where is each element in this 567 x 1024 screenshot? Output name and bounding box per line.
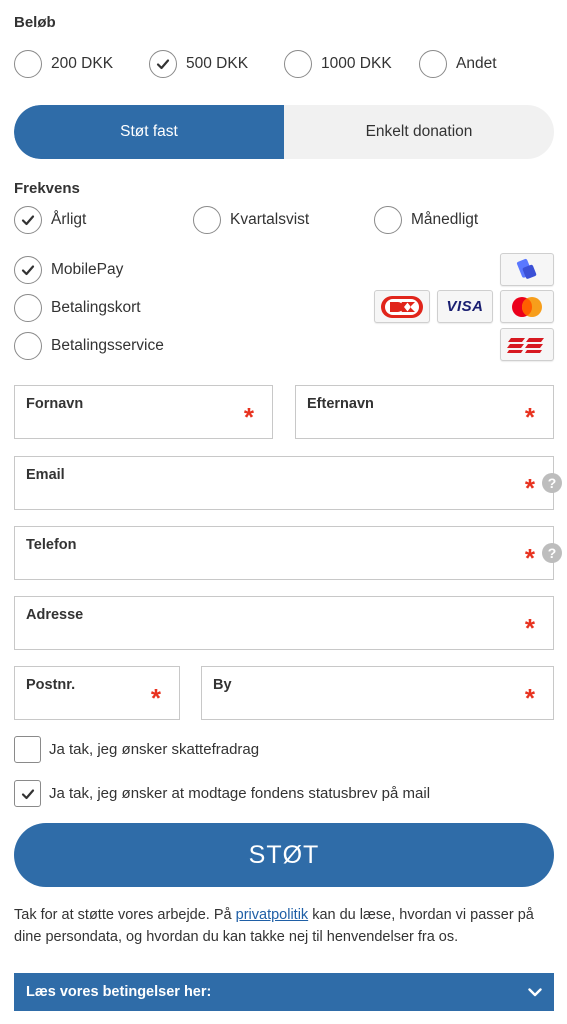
amount-title: Beløb: [14, 14, 56, 31]
radio-circle[interactable]: [284, 50, 312, 78]
checkmark-icon: [156, 59, 170, 70]
recurring-donation-tab[interactable]: Støt fast: [14, 105, 284, 159]
radio-circle[interactable]: [193, 206, 221, 234]
email-help-icon[interactable]: ?: [542, 473, 562, 493]
required-asterisk: *: [524, 683, 535, 713]
payment-option-label: Betalingsservice: [51, 337, 164, 354]
last-name-field: Efternavn *: [295, 385, 554, 439]
first-name-field: Fornavn *: [14, 385, 273, 439]
amount-option-other[interactable]: Andet: [419, 50, 497, 78]
required-asterisk: *: [524, 543, 535, 573]
email-field: Email *: [14, 456, 554, 510]
privacy-notice: Tak for at støtte vores arbejde. På priv…: [14, 904, 554, 948]
terms-label: Læs vores betingelser her:: [26, 984, 212, 1000]
frequency-title: Frekvens: [14, 180, 80, 197]
phone-input[interactable]: [15, 527, 553, 579]
betalingsservice-logo-icon: [500, 328, 554, 361]
phone-field: Telefon *: [14, 526, 554, 580]
support-submit-button[interactable]: STØT: [14, 823, 554, 887]
tax-deduction-consent[interactable]: Ja tak, jeg ønsker skattefradrag: [14, 736, 259, 763]
amount-option-1000[interactable]: 1000 DKK: [284, 50, 392, 78]
radio-circle[interactable]: [14, 50, 42, 78]
amount-option-200[interactable]: 200 DKK: [14, 50, 113, 78]
privacy-text-before: Tak for at støtte vores arbejde. På: [14, 907, 236, 923]
first-name-input[interactable]: [15, 386, 272, 438]
amount-option-500[interactable]: 500 DKK: [149, 50, 248, 78]
radio-circle-checked[interactable]: [149, 50, 177, 78]
amount-option-label: 500 DKK: [186, 55, 249, 72]
frequency-option-label: Kvartalsvist: [230, 211, 310, 228]
dankort-icon: [381, 295, 423, 318]
frequency-option-quarterly[interactable]: Kvartalsvist: [193, 206, 309, 234]
betalingsservice-icon: [507, 337, 544, 353]
required-asterisk: *: [243, 402, 254, 432]
radio-circle[interactable]: [14, 332, 42, 360]
payment-option-label: Betalingskort: [51, 299, 141, 316]
newsletter-label: Ja tak, jeg ønsker at modtage fondens st…: [49, 785, 431, 802]
checkmark-icon: [21, 215, 35, 226]
radio-circle-checked[interactable]: [14, 256, 42, 284]
radio-circle[interactable]: [419, 50, 447, 78]
privacy-policy-link[interactable]: privatpolitik: [236, 907, 309, 923]
mastercard-icon: [512, 296, 542, 317]
visa-logo-icon: VISA: [437, 290, 493, 323]
mobilepay-logo-icon: [500, 253, 554, 286]
address-input[interactable]: [15, 597, 553, 649]
frequency-option-label: Årligt: [51, 211, 87, 228]
frequency-option-yearly[interactable]: Årligt: [14, 206, 86, 234]
dankort-logo-icon: [374, 290, 430, 323]
address-field: Adresse *: [14, 596, 554, 650]
mastercard-logo-icon: [500, 290, 554, 323]
email-input[interactable]: [15, 457, 553, 509]
terms-accordion[interactable]: Læs vores betingelser her:: [14, 973, 554, 1011]
radio-circle-checked[interactable]: [14, 206, 42, 234]
required-asterisk: *: [150, 683, 161, 713]
mobilepay-icon: [516, 258, 537, 279]
city-field: By *: [201, 666, 554, 720]
frequency-option-monthly[interactable]: Månedligt: [374, 206, 478, 234]
tax-deduction-label: Ja tak, jeg ønsker skattefradrag: [49, 741, 260, 758]
phone-help-icon[interactable]: ?: [542, 543, 562, 563]
payment-option-card[interactable]: Betalingskort: [14, 294, 141, 322]
radio-circle[interactable]: [374, 206, 402, 234]
checkmark-icon: [21, 788, 34, 799]
frequency-option-label: Månedligt: [411, 211, 479, 228]
checkmark-icon: [21, 265, 35, 276]
single-donation-tab[interactable]: Enkelt donation: [284, 105, 554, 159]
tax-deduction-checkbox[interactable]: [14, 736, 41, 763]
amount-option-label: 1000 DKK: [321, 55, 392, 72]
donation-type-toggle: Støt fast Enkelt donation: [14, 105, 554, 159]
radio-circle[interactable]: [14, 294, 42, 322]
amount-option-label: Andet: [456, 55, 497, 72]
city-input[interactable]: [202, 667, 553, 719]
required-asterisk: *: [524, 613, 535, 643]
amount-option-label: 200 DKK: [51, 55, 114, 72]
required-asterisk: *: [524, 473, 535, 503]
payment-option-label: MobilePay: [51, 261, 124, 278]
required-asterisk: *: [524, 402, 535, 432]
postcode-field: Postnr. *: [14, 666, 180, 720]
newsletter-consent[interactable]: Ja tak, jeg ønsker at modtage fondens st…: [14, 780, 430, 807]
visa-text: VISA: [446, 298, 484, 315]
payment-option-betalingsservice[interactable]: Betalingsservice: [14, 332, 164, 360]
newsletter-checkbox[interactable]: [14, 780, 41, 807]
chevron-down-icon: [528, 987, 542, 996]
last-name-input[interactable]: [296, 386, 553, 438]
payment-option-mobilepay[interactable]: MobilePay: [14, 256, 123, 284]
